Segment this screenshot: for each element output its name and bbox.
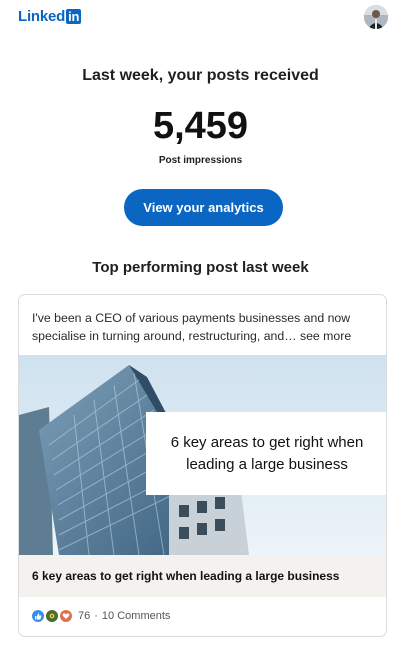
image-overlay-title: 6 key areas to get right when leading a … [146, 412, 386, 495]
email-page: Linked in Last week, your posts received… [0, 0, 401, 649]
view-analytics-button[interactable]: View your analytics [124, 189, 283, 226]
post-caption[interactable]: 6 key areas to get right when leading a … [19, 555, 386, 597]
header: Linked in [0, 0, 401, 40]
avatar-icon [364, 5, 388, 29]
impressions-count: 5,459 [152, 105, 249, 147]
summary-title: Last week, your posts received [82, 67, 319, 84]
overlay-line-1: 6 key areas to get right when [170, 433, 364, 451]
separator: · [94, 610, 98, 622]
top-post-heading: Top performing post last week [92, 259, 309, 276]
overlay-line-2: leading a large business [186, 455, 348, 473]
logo-text: Linked [18, 8, 66, 25]
linkedin-logo[interactable]: Linked in [18, 8, 82, 25]
reaction-count: 76 [78, 610, 91, 622]
impressions-label: Post impressions [158, 155, 243, 166]
celebrate-icon [46, 610, 58, 622]
post-text[interactable]: I've been a CEO of various payments busi… [32, 309, 378, 345]
like-icon [32, 610, 44, 622]
top-post-card[interactable]: I've been a CEO of various payments busi… [18, 294, 387, 637]
logo-in-badge: in [66, 9, 82, 24]
reactions-row[interactable]: 76 · 10 Comments [32, 610, 170, 622]
post-image[interactable]: 6 key areas to get right when leading a … [19, 355, 386, 555]
comments-count[interactable]: 10 Comments [102, 610, 170, 622]
avatar[interactable] [364, 5, 388, 29]
love-icon [60, 610, 72, 622]
